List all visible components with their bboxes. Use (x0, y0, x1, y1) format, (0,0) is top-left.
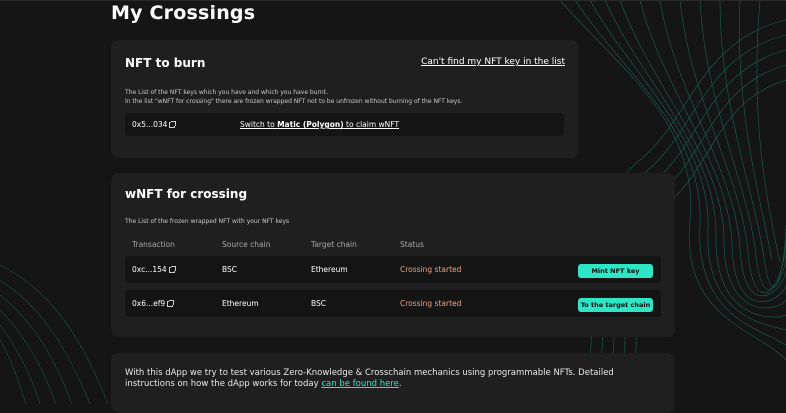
transaction-hash: 0x6...ef9 (132, 299, 166, 308)
source-chain: Ethereum (222, 299, 259, 308)
instructions-link[interactable]: can be found here (321, 379, 399, 389)
burn-nft-address: 0x5...034 (132, 120, 168, 129)
info-card: With this dApp we try to test various Ze… (111, 353, 675, 413)
status-text: Crossing started (400, 265, 462, 274)
status-text: Crossing started (400, 299, 462, 308)
external-link-icon[interactable] (167, 300, 175, 307)
transaction-hash: 0xc...154 (132, 265, 167, 274)
column-header-source-chain: Source chain (222, 240, 271, 249)
top-divider (0, 0, 786, 1)
network-name: Matic (Polygon) (277, 120, 344, 129)
column-header-target-chain: Target chain (311, 240, 357, 249)
nft-to-burn-description-2: In the list "wNFT for crossing" there ar… (125, 98, 463, 105)
info-suffix: . (398, 379, 402, 389)
mint-nft-key-button[interactable]: Mint NFT key (578, 264, 653, 278)
column-header-transaction: Transaction (132, 240, 175, 249)
wnft-for-crossing-title: wNFT for crossing (125, 187, 248, 201)
external-link-icon[interactable] (168, 266, 176, 273)
burn-nft-row: 0x5...034 Switch to Matic (Polygon) to c… (125, 113, 564, 136)
cant-find-nft-key-link[interactable]: Can't find my NFT key in the list (421, 57, 565, 67)
table-row: 0xc...154 BSC Ethereum Crossing started … (125, 256, 661, 283)
switch-network-link[interactable]: Switch to Matic (Polygon) to claim wNFT (240, 113, 399, 136)
nft-to-burn-title: NFT to burn (125, 56, 206, 70)
switch-suffix: to claim wNFT (343, 120, 400, 129)
info-paragraph: With this dApp we try to test various Ze… (125, 368, 665, 390)
to-target-chain-button[interactable]: To the target chain (578, 298, 653, 312)
source-chain: BSC (222, 265, 238, 274)
external-link-icon[interactable] (169, 121, 177, 128)
nft-to-burn-card: NFT to burn Can't find my NFT key in the… (111, 40, 579, 158)
transaction-cell[interactable]: 0x6...ef9 (132, 290, 175, 317)
column-header-status: Status (400, 240, 424, 249)
wnft-description: The List of the frozen wrapped NFT with … (125, 218, 290, 225)
target-chain: Ethereum (311, 265, 348, 274)
page-title: My Crossings (111, 2, 256, 24)
table-row: 0x6...ef9 Ethereum BSC Crossing started … (125, 290, 661, 317)
wnft-for-crossing-card: wNFT for crossing The List of the frozen… (111, 173, 675, 337)
nft-to-burn-description-1: The List of the NFT keys which you have … (125, 89, 328, 96)
transaction-cell[interactable]: 0xc...154 (132, 256, 176, 283)
switch-prefix: Switch to (240, 120, 278, 129)
target-chain: BSC (311, 299, 327, 308)
burn-nft-address-cell[interactable]: 0x5...034 (132, 113, 177, 136)
